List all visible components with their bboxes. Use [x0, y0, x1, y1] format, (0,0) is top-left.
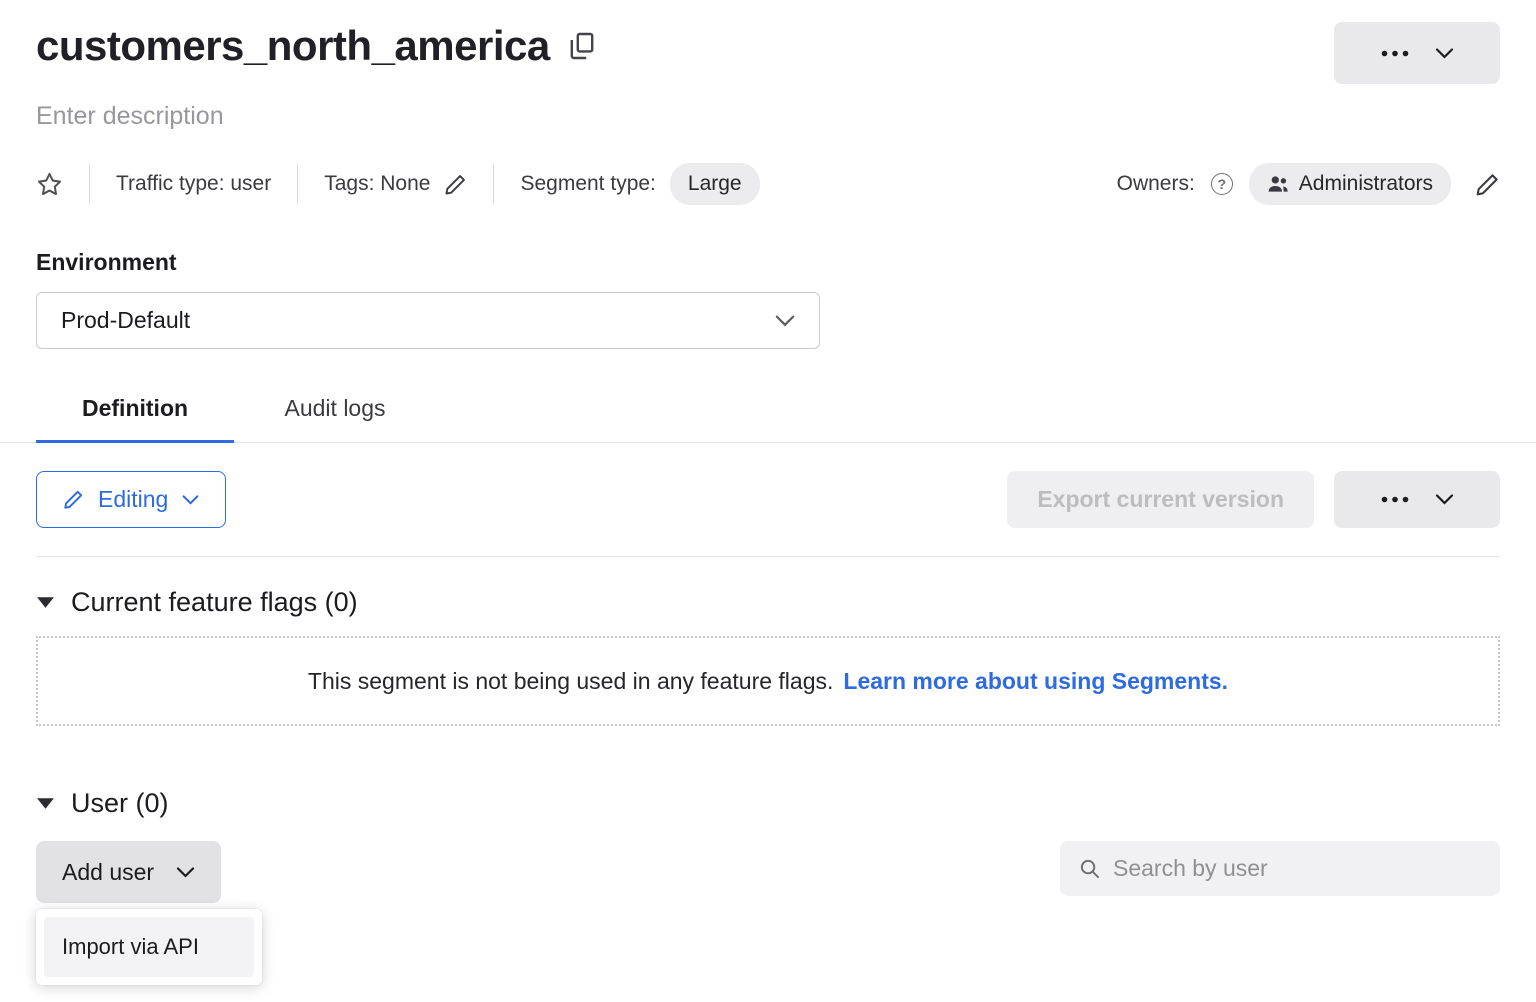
segment-type-item: Segment type: Large — [520, 163, 759, 205]
owners-label: Owners: — [1117, 172, 1195, 196]
chevron-down-icon — [1435, 494, 1454, 505]
divider — [36, 556, 1500, 557]
chevron-down-icon — [1435, 48, 1454, 59]
learn-more-link[interactable]: Learn more about using Segments. — [843, 668, 1228, 695]
chevron-down-icon — [182, 495, 199, 505]
collapse-caret-icon[interactable] — [36, 596, 55, 609]
star-icon[interactable] — [36, 171, 63, 198]
environment-select[interactable]: Prod-Default — [36, 292, 820, 349]
header-more-button[interactable] — [1334, 22, 1500, 84]
feature-flags-section-title: Current feature flags (0) — [71, 587, 358, 618]
divider — [89, 164, 90, 204]
chevron-down-icon — [176, 867, 195, 878]
segment-detail-page: customers_north_america Enter descriptio… — [0, 0, 1536, 903]
export-current-version-button[interactable]: Export current version — [1007, 471, 1314, 528]
environment-selected-value: Prod-Default — [61, 307, 190, 334]
toolbar-more-button[interactable] — [1334, 471, 1500, 528]
user-section-title: User (0) — [71, 788, 169, 819]
description-input[interactable]: Enter description — [36, 102, 1500, 131]
edit-tags-icon[interactable] — [444, 173, 467, 196]
tags-item: Tags: None — [324, 172, 467, 196]
empty-state-text: This segment is not being used in any fe… — [308, 668, 833, 695]
add-user-label: Add user — [62, 859, 154, 886]
feature-flags-section: Current feature flags (0) This segment i… — [36, 587, 1500, 726]
add-user-button[interactable]: Add user — [36, 841, 221, 903]
environment-section: Environment Prod-Default — [36, 249, 1500, 349]
copy-name-icon[interactable] — [570, 32, 594, 60]
tab-audit-logs[interactable]: Audit logs — [239, 389, 432, 443]
menu-item-import-via-api[interactable]: Import via API — [44, 917, 254, 977]
divider — [297, 164, 298, 204]
ellipsis-icon — [1381, 496, 1409, 503]
environment-label: Environment — [36, 249, 1500, 276]
page-title: customers_north_america — [36, 22, 550, 70]
editing-button[interactable]: Editing — [36, 471, 226, 528]
traffic-type-label: Traffic type: user — [116, 172, 271, 196]
user-section: User (0) Add user Import via API — [36, 788, 1500, 903]
divider — [493, 164, 494, 204]
people-icon — [1267, 175, 1289, 193]
chevron-down-icon — [775, 315, 795, 327]
user-search-box — [1060, 841, 1500, 896]
segment-type-badge: Large — [670, 163, 760, 205]
help-icon[interactable]: ? — [1211, 173, 1233, 195]
editing-label: Editing — [98, 486, 168, 513]
owners-group: Owners: ? Administrators — [1117, 163, 1500, 205]
owners-badge[interactable]: Administrators — [1249, 163, 1451, 205]
edit-owners-icon[interactable] — [1475, 172, 1500, 197]
meta-row: Traffic type: user Tags: None Segment ty… — [36, 163, 1500, 205]
collapse-caret-icon[interactable] — [36, 797, 55, 810]
owners-value: Administrators — [1299, 172, 1433, 196]
tab-bar: Definition Audit logs — [0, 389, 1536, 443]
search-icon — [1078, 857, 1101, 880]
header: customers_north_america — [36, 22, 1500, 84]
definition-toolbar: Editing Export current version — [36, 471, 1500, 528]
pencil-icon — [63, 489, 84, 510]
tags-label: Tags: None — [324, 172, 430, 196]
tab-definition[interactable]: Definition — [36, 389, 234, 443]
add-user-dropdown-menu: Import via API — [36, 909, 262, 985]
segment-type-label: Segment type: — [520, 172, 655, 196]
feature-flags-empty-state: This segment is not being used in any fe… — [36, 636, 1500, 726]
ellipsis-icon — [1381, 50, 1409, 57]
user-search-input[interactable] — [1113, 855, 1482, 882]
